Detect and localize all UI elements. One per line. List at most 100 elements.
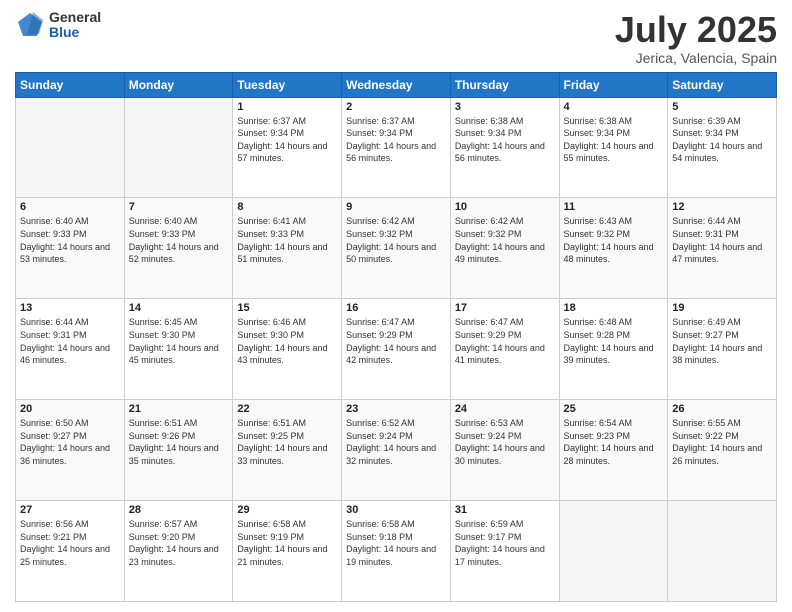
weekday-header: Wednesday xyxy=(342,72,451,97)
calendar-cell xyxy=(668,501,777,602)
calendar-cell: 24 Sunrise: 6:53 AMSunset: 9:24 PMDayligh… xyxy=(450,400,559,501)
day-info: Sunrise: 6:52 AMSunset: 9:24 PMDaylight:… xyxy=(346,417,446,467)
calendar-week-row: 1 Sunrise: 6:37 AMSunset: 9:34 PMDaylight… xyxy=(16,97,777,198)
calendar-cell: 31 Sunrise: 6:59 AMSunset: 9:17 PMDayligh… xyxy=(450,501,559,602)
weekday-header: Friday xyxy=(559,72,668,97)
day-number: 22 xyxy=(237,403,337,415)
day-info: Sunrise: 6:47 AMSunset: 9:29 PMDaylight:… xyxy=(455,316,555,366)
logo-blue: Blue xyxy=(49,25,101,40)
calendar-cell: 8Sunrise: 6:41 AMSunset: 9:33 PMDaylight… xyxy=(233,198,342,299)
weekday-header: Saturday xyxy=(668,72,777,97)
day-info: Sunrise: 6:37 AMSunset: 9:34 PMDaylight:… xyxy=(346,115,446,165)
calendar-cell: 26Sunrise: 6:55 AMSunset: 9:22 PMDayligh… xyxy=(668,400,777,501)
calendar-cell: 7Sunrise: 6:40 AMSunset: 9:33 PMDaylight… xyxy=(124,198,233,299)
calendar-cell: 13Sunrise: 6:44 AMSunset: 9:31 PMDayligh… xyxy=(16,299,125,400)
day-info: Sunrise: 6:58 AMSunset: 9:18 PMDaylight:… xyxy=(346,518,446,568)
calendar-cell: 1Sunrise: 6:37 AMSunset: 9:34 PMDaylight… xyxy=(233,97,342,198)
title-block: July 2025 Jerica, Valencia, Spain xyxy=(615,10,777,66)
day-number: 20 xyxy=(20,403,120,415)
logo-icon xyxy=(15,10,45,40)
day-number: 3 xyxy=(455,101,555,113)
day-info: Sunrise: 6:50 AMSunset: 9:27 PMDaylight:… xyxy=(20,417,120,467)
day-info: Sunrise: 6:55 AMSunset: 9:22 PMDaylight:… xyxy=(672,417,772,467)
day-info: Sunrise: 6:42 AMSunset: 9:32 PMDaylight:… xyxy=(455,215,555,265)
day-number: 11 xyxy=(564,201,664,213)
day-number: 7 xyxy=(129,201,229,213)
day-info: Sunrise: 6:44 AMSunset: 9:31 PMDaylight:… xyxy=(672,215,772,265)
calendar-cell: 4 Sunrise: 6:38 AMSunset: 9:34 PMDaylight… xyxy=(559,97,668,198)
calendar-cell: 28Sunrise: 6:57 AMSunset: 9:20 PMDayligh… xyxy=(124,501,233,602)
day-info: Sunrise: 6:58 AMSunset: 9:19 PMDaylight:… xyxy=(237,518,337,568)
day-info: Sunrise: 6:49 AMSunset: 9:27 PMDaylight:… xyxy=(672,316,772,366)
calendar-cell: 16Sunrise: 6:47 AMSunset: 9:29 PMDayligh… xyxy=(342,299,451,400)
day-info: Sunrise: 6:56 AMSunset: 9:21 PMDaylight:… xyxy=(20,518,120,568)
calendar-cell: 27 Sunrise: 6:56 AMSunset: 9:21 PMDayligh… xyxy=(16,501,125,602)
calendar-cell: 5 Sunrise: 6:39 AMSunset: 9:34 PMDaylight… xyxy=(668,97,777,198)
day-number: 30 xyxy=(346,504,446,516)
calendar-cell: 14 Sunrise: 6:45 AMSunset: 9:30 PMDayligh… xyxy=(124,299,233,400)
day-info: Sunrise: 6:42 AMSunset: 9:32 PMDaylight:… xyxy=(346,215,446,265)
calendar-week-row: 20 Sunrise: 6:50 AMSunset: 9:27 PMDayligh… xyxy=(16,400,777,501)
day-number: 31 xyxy=(455,504,555,516)
day-number: 23 xyxy=(346,403,446,415)
calendar-cell: 12 Sunrise: 6:44 AMSunset: 9:31 PMDayligh… xyxy=(668,198,777,299)
weekday-header: Thursday xyxy=(450,72,559,97)
day-info: Sunrise: 6:45 AMSunset: 9:30 PMDaylight:… xyxy=(129,316,229,366)
calendar-cell: 15 Sunrise: 6:46 AMSunset: 9:30 PMDayligh… xyxy=(233,299,342,400)
day-number: 4 xyxy=(564,101,664,113)
calendar-cell xyxy=(124,97,233,198)
day-info: Sunrise: 6:38 AMSunset: 9:34 PMDaylight:… xyxy=(564,115,664,165)
day-number: 21 xyxy=(129,403,229,415)
day-number: 17 xyxy=(455,302,555,314)
day-number: 29 xyxy=(237,504,337,516)
day-info: Sunrise: 6:39 AMSunset: 9:34 PMDaylight:… xyxy=(672,115,772,165)
calendar-week-row: 13Sunrise: 6:44 AMSunset: 9:31 PMDayligh… xyxy=(16,299,777,400)
month-title: July 2025 xyxy=(615,10,777,50)
weekday-header-row: SundayMondayTuesdayWednesdayThursdayFrid… xyxy=(16,72,777,97)
day-info: Sunrise: 6:46 AMSunset: 9:30 PMDaylight:… xyxy=(237,316,337,366)
calendar-week-row: 27 Sunrise: 6:56 AMSunset: 9:21 PMDayligh… xyxy=(16,501,777,602)
logo: General Blue xyxy=(15,10,101,41)
day-number: 19 xyxy=(672,302,772,314)
calendar-cell: 30 Sunrise: 6:58 AMSunset: 9:18 PMDayligh… xyxy=(342,501,451,602)
calendar-cell: 2Sunrise: 6:37 AMSunset: 9:34 PMDaylight… xyxy=(342,97,451,198)
logo-text: General Blue xyxy=(49,10,101,41)
logo-general: General xyxy=(49,10,101,25)
calendar-cell: 3 Sunrise: 6:38 AMSunset: 9:34 PMDaylight… xyxy=(450,97,559,198)
day-info: Sunrise: 6:48 AMSunset: 9:28 PMDaylight:… xyxy=(564,316,664,366)
day-number: 13 xyxy=(20,302,120,314)
day-info: Sunrise: 6:51 AMSunset: 9:25 PMDaylight:… xyxy=(237,417,337,467)
day-number: 5 xyxy=(672,101,772,113)
day-info: Sunrise: 6:38 AMSunset: 9:34 PMDaylight:… xyxy=(455,115,555,165)
day-number: 18 xyxy=(564,302,664,314)
calendar-cell: 10Sunrise: 6:42 AMSunset: 9:32 PMDayligh… xyxy=(450,198,559,299)
day-number: 24 xyxy=(455,403,555,415)
day-number: 8 xyxy=(237,201,337,213)
day-number: 25 xyxy=(564,403,664,415)
weekday-header: Sunday xyxy=(16,72,125,97)
calendar-cell: 23 Sunrise: 6:52 AMSunset: 9:24 PMDayligh… xyxy=(342,400,451,501)
day-number: 14 xyxy=(129,302,229,314)
calendar-cell xyxy=(16,97,125,198)
day-number: 6 xyxy=(20,201,120,213)
calendar-table: SundayMondayTuesdayWednesdayThursdayFrid… xyxy=(15,72,777,602)
calendar-cell: 6Sunrise: 6:40 AMSunset: 9:33 PMDaylight… xyxy=(16,198,125,299)
day-info: Sunrise: 6:53 AMSunset: 9:24 PMDaylight:… xyxy=(455,417,555,467)
calendar-cell: 22 Sunrise: 6:51 AMSunset: 9:25 PMDayligh… xyxy=(233,400,342,501)
location: Jerica, Valencia, Spain xyxy=(615,50,777,66)
calendar-week-row: 6Sunrise: 6:40 AMSunset: 9:33 PMDaylight… xyxy=(16,198,777,299)
day-number: 15 xyxy=(237,302,337,314)
calendar-cell: 19 Sunrise: 6:49 AMSunset: 9:27 PMDayligh… xyxy=(668,299,777,400)
day-number: 12 xyxy=(672,201,772,213)
day-info: Sunrise: 6:59 AMSunset: 9:17 PMDaylight:… xyxy=(455,518,555,568)
day-number: 28 xyxy=(129,504,229,516)
day-info: Sunrise: 6:47 AMSunset: 9:29 PMDaylight:… xyxy=(346,316,446,366)
calendar-cell: 29 Sunrise: 6:58 AMSunset: 9:19 PMDayligh… xyxy=(233,501,342,602)
calendar-cell: 25Sunrise: 6:54 AMSunset: 9:23 PMDayligh… xyxy=(559,400,668,501)
day-number: 1 xyxy=(237,101,337,113)
day-number: 9 xyxy=(346,201,446,213)
weekday-header: Monday xyxy=(124,72,233,97)
calendar-cell: 17 Sunrise: 6:47 AMSunset: 9:29 PMDayligh… xyxy=(450,299,559,400)
day-number: 27 xyxy=(20,504,120,516)
calendar-cell: 18 Sunrise: 6:48 AMSunset: 9:28 PMDayligh… xyxy=(559,299,668,400)
